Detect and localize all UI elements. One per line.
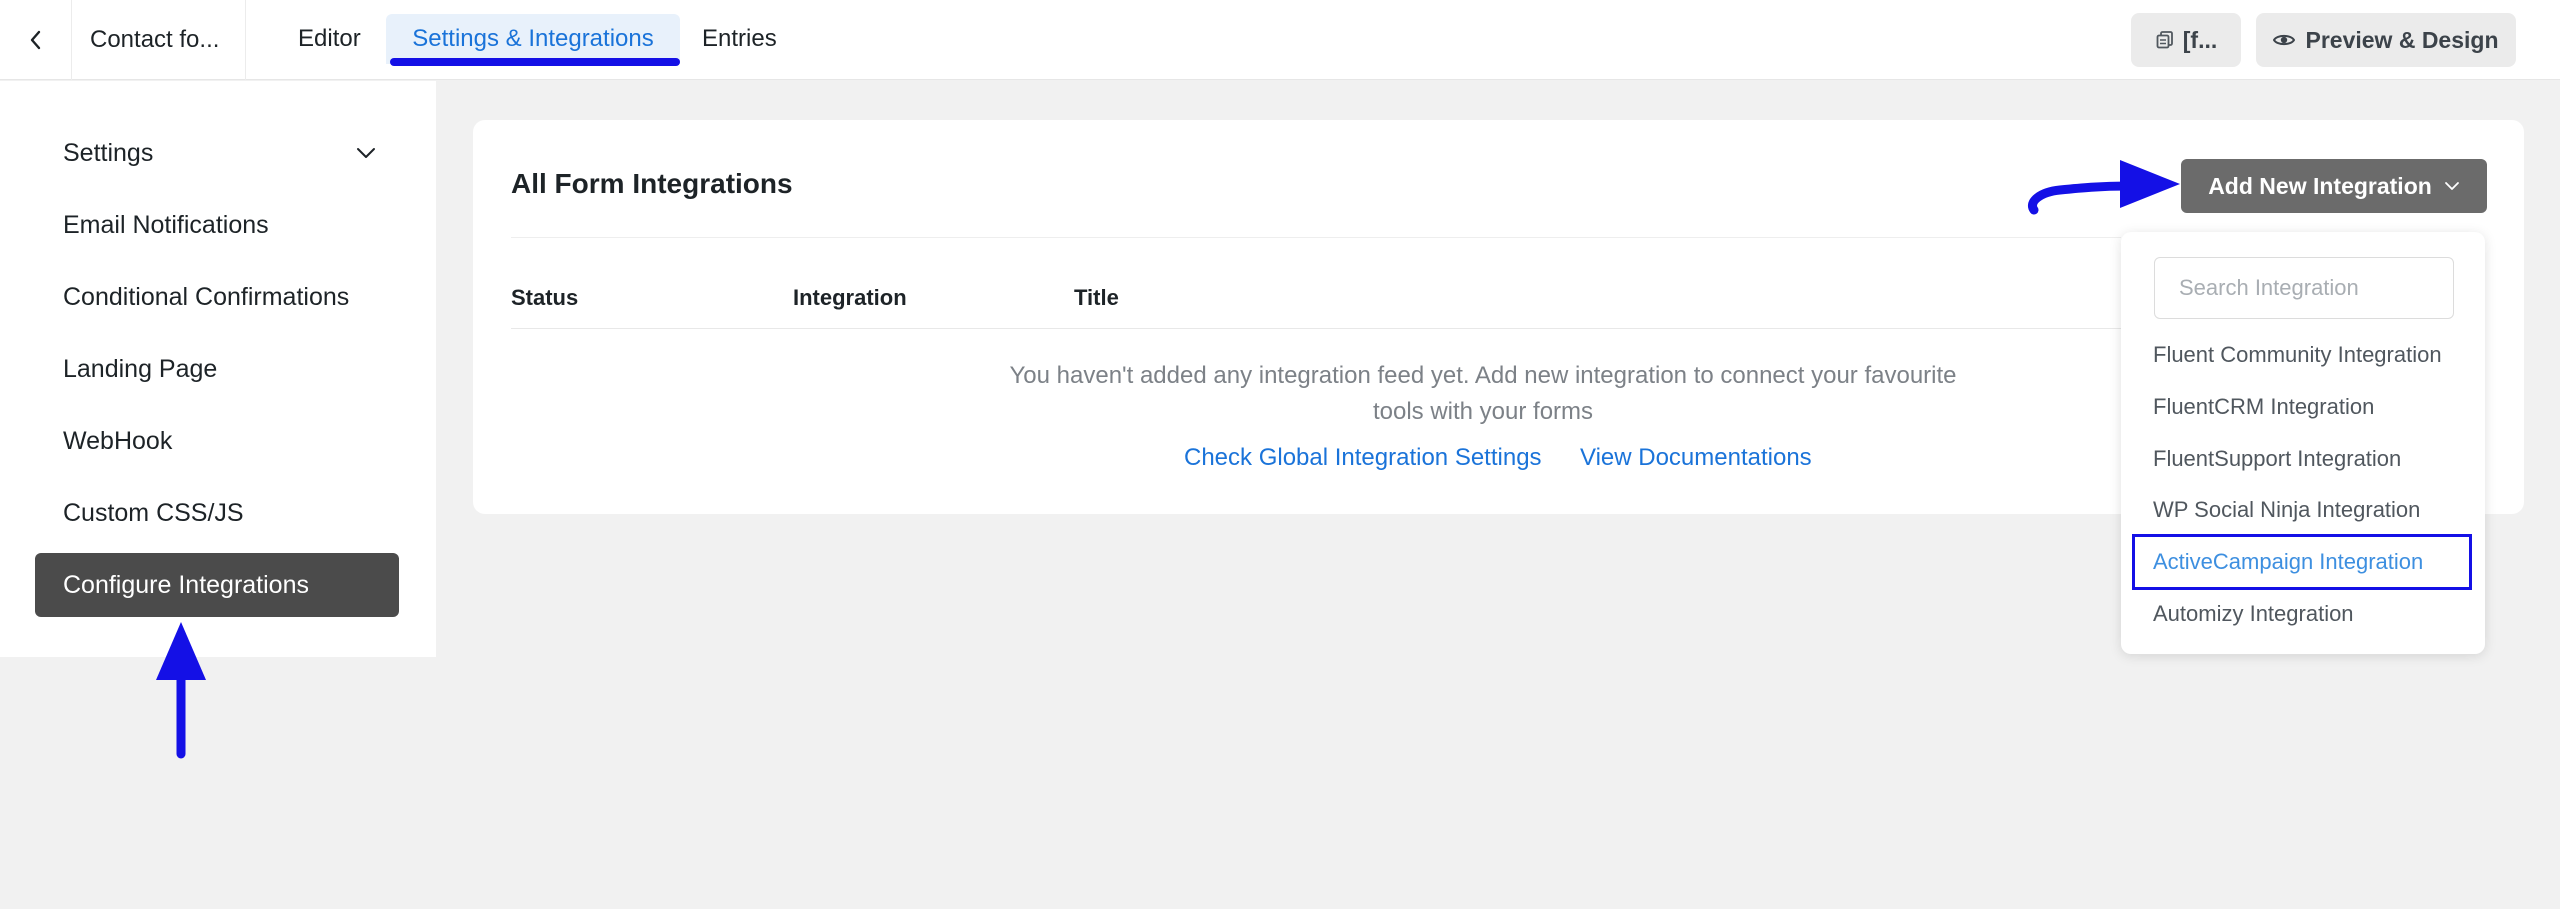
- column-header-title: Title: [1074, 285, 1119, 310]
- page-title: All Form Integrations: [511, 168, 793, 199]
- dropdown-item-activecampaign[interactable]: ActiveCampaign Integration: [2153, 549, 2423, 575]
- search-integration-input[interactable]: [2154, 257, 2454, 319]
- sidebar-item-conditional-confirmations[interactable]: Conditional Confirmations: [35, 265, 399, 329]
- sidebar-item-custom-css-js[interactable]: Custom CSS/JS: [35, 481, 399, 545]
- chevron-left-icon: [30, 30, 40, 50]
- preview-label: Preview & Design: [2305, 26, 2499, 53]
- sidebar-item-label: Landing Page: [63, 354, 218, 383]
- sidebar-item-label: Email Notifications: [63, 210, 269, 239]
- empty-state-message: You haven't added any integration feed y…: [1009, 362, 1957, 425]
- tab-entries[interactable]: Entries: [702, 14, 777, 64]
- sidebar-item-label: WebHook: [63, 426, 173, 455]
- copy-icon: [2156, 31, 2173, 49]
- add-new-integration-button[interactable]: Add New Integration: [2181, 159, 2487, 213]
- table-divider: [511, 328, 2121, 329]
- preview-design-button[interactable]: Preview & Design: [2256, 13, 2516, 67]
- card-divider: [511, 237, 2121, 238]
- tab-annotation-underline: [390, 58, 680, 66]
- sidebar-item-label: Configure Integrations: [63, 570, 309, 599]
- chevron-down-icon: [2444, 182, 2459, 190]
- sidebar-item-settings[interactable]: Settings: [35, 121, 399, 185]
- dropdown-item-automizy[interactable]: Automizy Integration: [2153, 601, 2354, 627]
- settings-sidebar: Settings Email Notifications Conditional…: [0, 81, 436, 657]
- sidebar-item-landing-page[interactable]: Landing Page: [35, 337, 399, 401]
- sidebar-item-label: Conditional Confirmations: [63, 282, 350, 311]
- tab-editor[interactable]: Editor: [298, 14, 361, 64]
- integration-dropdown: Fluent Community Integration FluentCRM I…: [2121, 232, 2485, 654]
- form-title[interactable]: Contact fo...: [72, 0, 246, 80]
- dropdown-item-fluentsupport[interactable]: FluentSupport Integration: [2153, 446, 2401, 472]
- dropdown-item-fluent-community[interactable]: Fluent Community Integration: [2153, 342, 2442, 368]
- sidebar-item-label: Settings: [63, 138, 154, 167]
- chevron-down-icon: [357, 148, 375, 158]
- column-header-integration: Integration: [793, 285, 907, 310]
- back-button[interactable]: [0, 0, 72, 80]
- eye-icon: [2273, 34, 2296, 46]
- column-header-status: Status: [511, 285, 579, 310]
- dropdown-item-fluentcrm[interactable]: FluentCRM Integration: [2153, 394, 2374, 420]
- tab-settings-integrations[interactable]: Settings & Integrations: [386, 14, 680, 64]
- sidebar-item-label: Custom CSS/JS: [63, 498, 244, 527]
- sidebar-item-email-notifications[interactable]: Email Notifications: [35, 193, 399, 257]
- sidebar-item-configure-integrations[interactable]: Configure Integrations: [35, 553, 399, 617]
- add-new-integration-label: Add New Integration: [2208, 172, 2432, 199]
- check-global-settings-link[interactable]: Check Global Integration Settings: [1184, 444, 1542, 472]
- shortcode-button[interactable]: [f...: [2131, 13, 2241, 67]
- shortcode-label: [f...: [2182, 26, 2218, 53]
- sidebar-item-webhook[interactable]: WebHook: [35, 409, 399, 473]
- top-bar: Contact fo... Editor Settings & Integrat…: [0, 0, 2560, 80]
- dropdown-item-wp-social-ninja[interactable]: WP Social Ninja Integration: [2153, 497, 2420, 523]
- view-documentation-link[interactable]: View Documentations: [1580, 444, 1812, 472]
